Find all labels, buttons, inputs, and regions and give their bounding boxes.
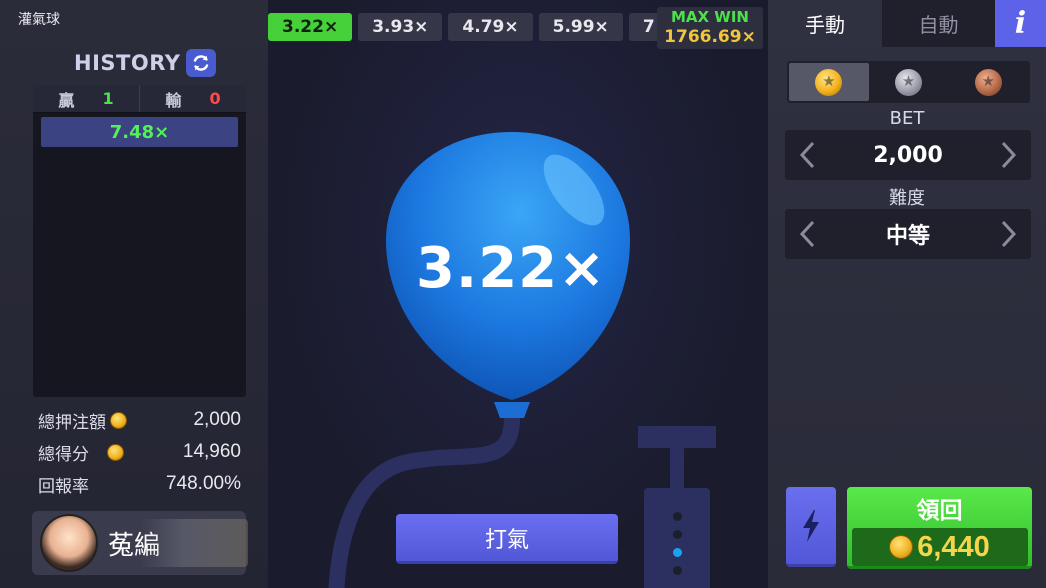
total-bet-row: 總押注額 2,000 <box>38 404 241 436</box>
bet-increase-button[interactable] <box>995 137 1021 173</box>
total-win-label: 總得分 <box>38 444 89 465</box>
pump-handle <box>638 426 716 448</box>
difficulty-decrease-button[interactable] <box>795 216 821 252</box>
info-button[interactable]: i <box>995 0 1046 47</box>
bet-value: 2,000 <box>873 142 943 168</box>
user-card: 菟編 <box>32 511 248 575</box>
total-win-value: 14,960 <box>182 441 241 462</box>
coin-option-silver[interactable] <box>869 63 949 101</box>
history-item: 7.48× <box>41 117 238 147</box>
pump-level-dots <box>670 512 684 584</box>
lightning-icon <box>803 509 819 542</box>
difficulty-value: 中等 <box>885 224 930 249</box>
balloon-knot <box>494 402 530 418</box>
user-info-blurred <box>140 519 248 567</box>
bet-decrease-button[interactable] <box>795 137 821 173</box>
game-title: 灌氣球 <box>18 12 60 28</box>
coin-icon <box>889 535 914 559</box>
pump-dot <box>672 512 682 521</box>
chevron-left-icon <box>799 220 815 248</box>
tab-manual[interactable]: 手動 <box>768 0 882 47</box>
coin-selector <box>787 61 1030 103</box>
balloon-multiplier: 3.22× <box>415 236 607 301</box>
right-panel: 手動 自動 i BET 2,000 難度 中等 領回 <box>768 0 1046 588</box>
coin-icon <box>110 411 127 429</box>
coin-icon <box>107 443 124 461</box>
silver-coin-icon <box>895 68 922 96</box>
collect-amount: 6,440 <box>917 530 990 563</box>
chevron-right-icon <box>1001 141 1017 169</box>
refresh-icon <box>194 55 209 71</box>
chevron-right-icon <box>1001 220 1017 248</box>
coin-option-bronze[interactable] <box>948 63 1028 101</box>
bet-label: BET <box>889 108 925 129</box>
win-cell: 贏 1 <box>33 85 139 112</box>
loss-cell: 輸 0 <box>139 85 246 112</box>
refresh-button[interactable] <box>186 49 217 77</box>
total-bet-value: 2,000 <box>193 409 241 430</box>
total-bet-label: 總押注額 <box>38 412 106 433</box>
collect-button[interactable]: 領回 6,440 <box>847 487 1032 569</box>
difficulty-stepper: 中等 <box>785 209 1031 259</box>
tab-auto[interactable]: 自動 <box>882 0 995 47</box>
win-count: 1 <box>102 89 114 108</box>
total-win-row: 總得分 14,960 <box>38 436 241 468</box>
history-box: 贏 1 輸 0 7.48× <box>33 85 246 397</box>
win-label: 贏 <box>58 90 75 110</box>
pump-button[interactable]: 打氣 <box>396 514 618 564</box>
pump-dot <box>672 566 682 575</box>
collect-label: 領回 <box>916 498 963 524</box>
avatar <box>40 514 98 572</box>
rtp-value: 748.00% <box>165 473 241 494</box>
stats-panel: 總押注額 2,000 總得分 14,960 回報率 748.00% <box>38 404 241 500</box>
game-stage: 3.22× 3.93× 4.79× 5.99× 7 MAX WIN 1766.6… <box>268 0 768 588</box>
rtp-row: 回報率 748.00% <box>38 468 241 500</box>
mode-tabs: 手動 自動 i <box>768 0 1046 47</box>
bronze-coin-icon <box>974 68 1002 96</box>
history-label: HISTORY <box>74 51 181 75</box>
difficulty-increase-button[interactable] <box>995 216 1021 252</box>
coin-option-gold[interactable] <box>789 63 869 101</box>
bet-stepper: 2,000 <box>785 130 1031 180</box>
loss-label: 輸 <box>165 90 182 110</box>
collect-amount-box: 6,440 <box>851 528 1028 566</box>
pump-dot <box>672 530 682 539</box>
gold-coin-icon <box>815 68 843 96</box>
pump-rod <box>670 448 684 488</box>
history-header: HISTORY <box>74 49 217 77</box>
loss-count: 0 <box>209 89 221 108</box>
rtp-label: 回報率 <box>38 476 89 497</box>
win-loss-row: 贏 1 輸 0 <box>33 85 246 113</box>
pump-dot-active <box>672 548 682 557</box>
left-panel: 灌氣球 HISTORY 贏 1 輸 0 7.48× 總押注額 2,000 總得分… <box>0 0 268 588</box>
chevron-left-icon <box>799 141 815 169</box>
difficulty-label: 難度 <box>889 188 925 209</box>
turbo-button[interactable] <box>786 487 836 567</box>
